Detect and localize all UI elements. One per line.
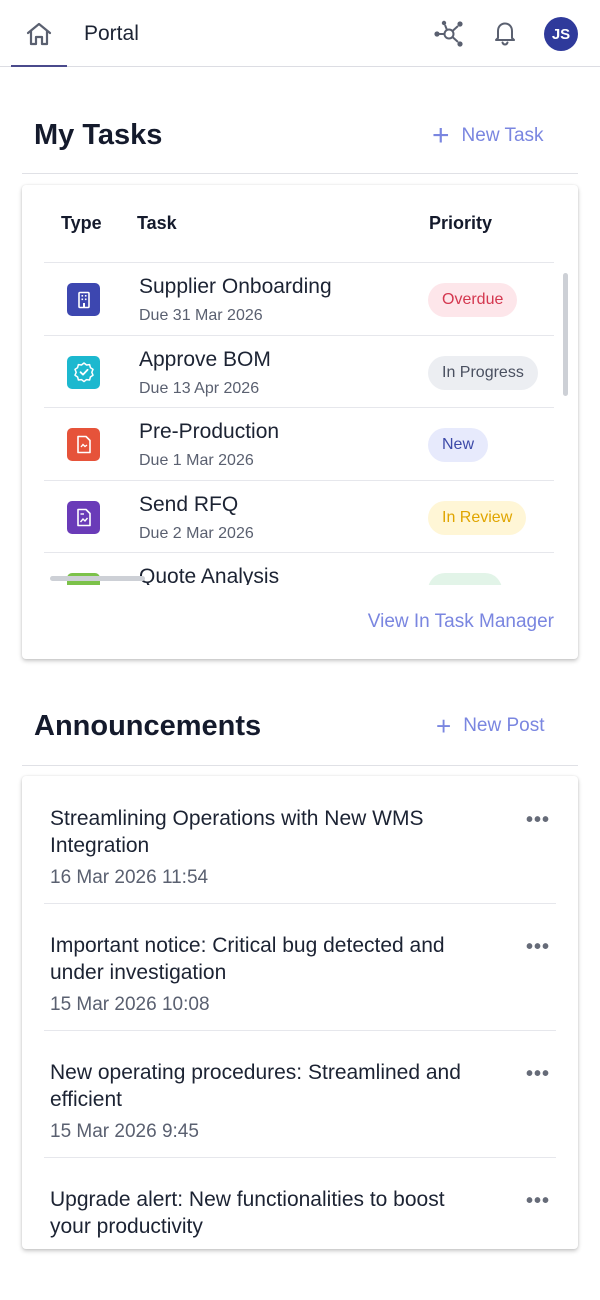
task-due-date: Due 1 Mar 2026 bbox=[139, 452, 254, 469]
table-row[interactable]: Approve BOM Due 13 Apr 2026 In Progress bbox=[44, 334, 554, 408]
announcement-date: 15 Mar 2026 10:08 bbox=[50, 994, 210, 1015]
column-header-priority: Priority bbox=[429, 213, 493, 233]
section-divider bbox=[22, 765, 578, 766]
document-chart-icon bbox=[67, 500, 100, 534]
home-tab[interactable] bbox=[11, 0, 67, 67]
status-badge: In Progress bbox=[428, 355, 538, 390]
view-in-task-manager-link[interactable]: View In Task Manager bbox=[330, 611, 554, 633]
task-name[interactable]: Approve BOM bbox=[139, 348, 271, 372]
home-icon bbox=[26, 22, 52, 46]
task-name[interactable]: Send RFQ bbox=[139, 493, 238, 517]
document-icon bbox=[67, 428, 100, 461]
list-divider bbox=[44, 903, 556, 904]
status-badge: In Review bbox=[428, 500, 527, 535]
table-row[interactable]: Supplier Onboarding Due 31 Mar 2026 Over… bbox=[44, 262, 554, 335]
task-name[interactable]: Supplier Onboarding bbox=[139, 275, 332, 299]
more-options-icon[interactable]: ••• bbox=[526, 1190, 550, 1213]
announcement-title[interactable]: Streamlining Operations with New WMS Int… bbox=[50, 805, 490, 859]
announcement-title[interactable]: Upgrade alert: New functionalities to bo… bbox=[50, 1186, 490, 1240]
announcement-title[interactable]: Important notice: Critical bug detected … bbox=[50, 932, 490, 986]
avatar[interactable]: JS bbox=[544, 17, 578, 51]
column-header-type: Type bbox=[61, 213, 102, 233]
building-icon bbox=[67, 283, 100, 316]
new-post-button[interactable]: + New Post bbox=[436, 713, 545, 739]
task-due-date: Due 13 Apr 2026 bbox=[139, 379, 260, 397]
column-header-task: Task bbox=[137, 213, 177, 233]
announcement-date: 16 Mar 2026 11:54 bbox=[50, 867, 209, 888]
plus-icon: + bbox=[432, 119, 450, 152]
table-row[interactable]: Pre-Production Due 1 Mar 2026 New bbox=[44, 407, 554, 480]
task-due-date: Due 2 Mar 2026 bbox=[139, 524, 254, 542]
announcements-title: Announcements bbox=[34, 710, 262, 742]
new-task-button[interactable]: + New Task bbox=[432, 121, 544, 151]
task-name[interactable]: Quote Analysis bbox=[139, 565, 279, 585]
list-divider bbox=[44, 1157, 556, 1158]
task-list[interactable]: Supplier Onboarding Due 31 Mar 2026 Over… bbox=[44, 262, 554, 585]
status-badge: New bbox=[428, 428, 489, 462]
more-options-icon[interactable]: ••• bbox=[526, 936, 550, 959]
new-task-label: New Task bbox=[461, 125, 544, 146]
section-divider bbox=[22, 173, 578, 174]
plus-icon: + bbox=[436, 711, 452, 741]
check-badge-icon bbox=[67, 355, 100, 389]
table-row[interactable]: Send RFQ Due 2 Mar 2026 In Review bbox=[44, 479, 554, 553]
more-options-icon[interactable]: ••• bbox=[526, 809, 550, 832]
bell-icon[interactable] bbox=[494, 20, 516, 46]
portal-title: Portal bbox=[84, 22, 139, 45]
vertical-scrollbar[interactable] bbox=[563, 273, 568, 396]
status-badge: Overdue bbox=[428, 283, 518, 317]
task-name[interactable]: Pre-Production bbox=[139, 420, 279, 444]
announcement-date: 15 Mar 2026 9:45 bbox=[50, 1121, 199, 1142]
status-badge bbox=[428, 573, 502, 585]
tasks-title: My Tasks bbox=[34, 119, 163, 151]
list-divider bbox=[44, 1030, 556, 1031]
new-post-label: New Post bbox=[463, 715, 545, 736]
more-options-icon[interactable]: ••• bbox=[526, 1063, 550, 1086]
horizontal-scrollbar[interactable] bbox=[50, 576, 145, 581]
network-icon[interactable] bbox=[433, 20, 465, 48]
task-due-date: Due 31 Mar 2026 bbox=[139, 307, 263, 324]
top-bar: Portal JS bbox=[0, 0, 600, 67]
announcement-title[interactable]: New operating procedures: Streamlined an… bbox=[50, 1059, 490, 1113]
